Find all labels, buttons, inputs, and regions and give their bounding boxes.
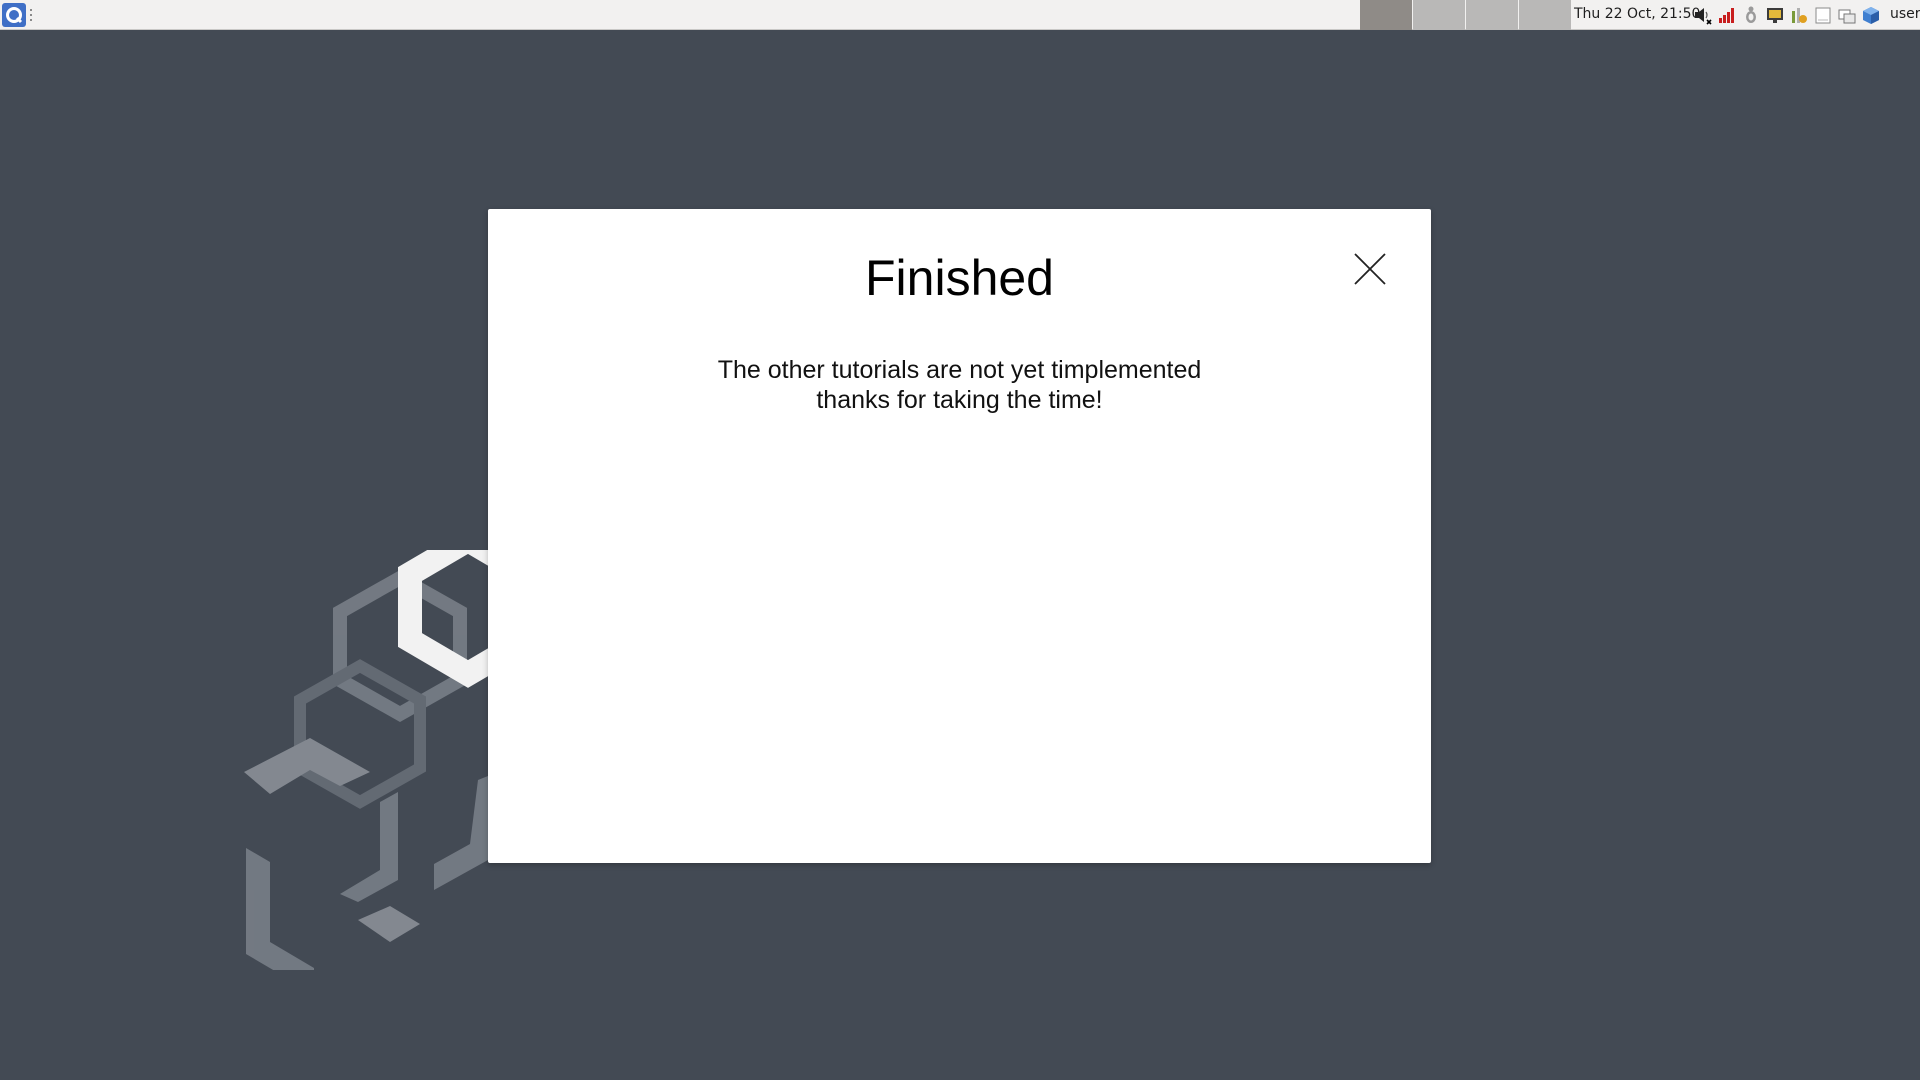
workspace-4[interactable]	[1519, 0, 1571, 30]
system-tray	[1693, 4, 1885, 26]
volume-muted-icon[interactable]	[1693, 4, 1713, 26]
close-button[interactable]	[1345, 244, 1395, 294]
window-list-icon[interactable]	[1837, 4, 1857, 26]
dialog-message: The other tutorials are not yet timpleme…	[488, 355, 1431, 415]
taskbar: Thu 22 Oct, 21:50 user	[0, 0, 1920, 30]
username[interactable]: user	[1890, 0, 1920, 30]
finished-dialog: Finished The other tutorials are not yet…	[488, 209, 1431, 863]
workspace-2[interactable]	[1413, 0, 1465, 30]
dialog-title: Finished	[865, 250, 1054, 306]
close-icon	[1354, 253, 1386, 285]
workspace-3[interactable]	[1466, 0, 1518, 30]
app-launcher-icon[interactable]	[2, 3, 26, 27]
background-logo-art	[244, 550, 530, 970]
workspace-switcher	[1360, 0, 1572, 30]
network-signal-icon[interactable]	[1717, 4, 1737, 26]
message-line-2: thanks for taking the time!	[816, 386, 1103, 414]
panel-grip-handle[interactable]	[30, 9, 32, 21]
workspace-1[interactable]	[1360, 0, 1412, 30]
hand-icon[interactable]	[1741, 4, 1761, 26]
updates-icon[interactable]	[1789, 4, 1809, 26]
message-line-1: The other tutorials are not yet timpleme…	[717, 356, 1202, 384]
notes-icon[interactable]	[1813, 4, 1833, 26]
cube-icon[interactable]	[1861, 4, 1881, 26]
display-icon[interactable]	[1765, 4, 1785, 26]
clock[interactable]: Thu 22 Oct, 21:50	[1574, 0, 1700, 30]
